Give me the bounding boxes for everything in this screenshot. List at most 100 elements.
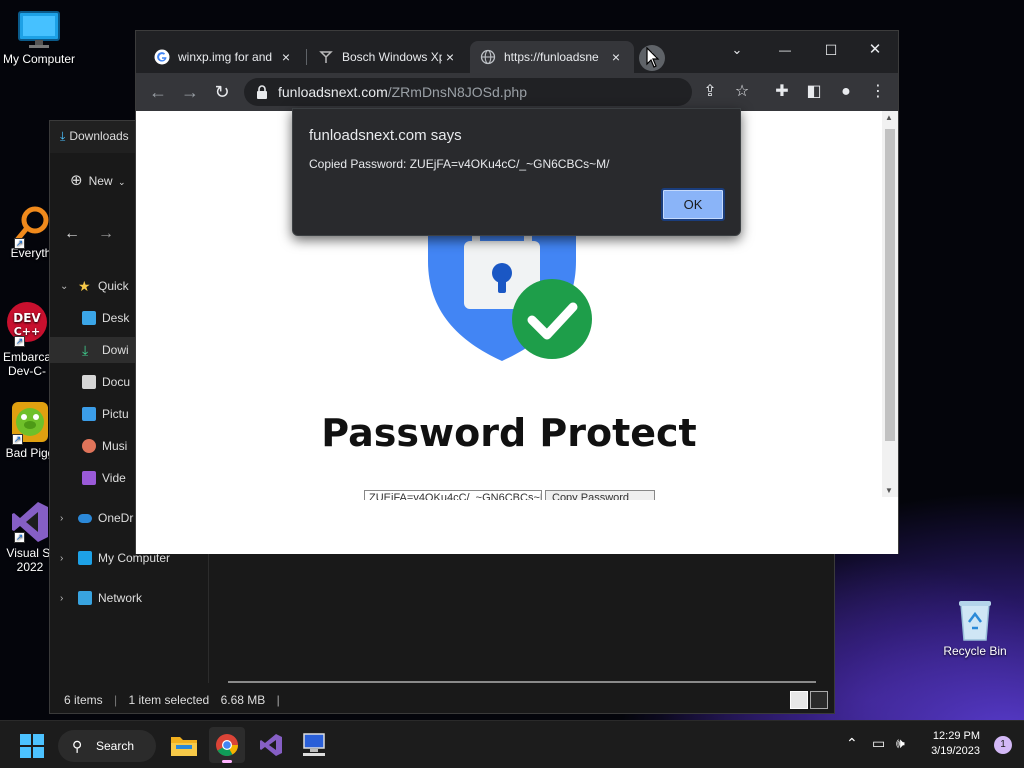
omnibar: ← → ↻ funloadsnext.com/ZRmDnsN8JOSd.php … [136, 73, 898, 111]
google-icon [154, 49, 170, 65]
volume-icon[interactable]: 🕪 [896, 735, 905, 752]
explorer-nav: ← → [64, 225, 114, 243]
desktop-folder-icon [82, 311, 96, 325]
new-button[interactable]: ⊕ New ⌄ [70, 171, 125, 189]
taskbar-file-explorer[interactable] [166, 727, 202, 763]
maximize-button[interactable]: ☐ [808, 35, 854, 65]
clock-date: 3/19/2023 [931, 745, 980, 757]
chevron-down-icon[interactable]: ⌄ [60, 281, 72, 292]
shortcut-arrow-icon: ↗ [14, 532, 25, 543]
alert-dialog: funloadsnext.com says Copied Password: Z… [292, 108, 741, 236]
chevron-right-icon[interactable]: › [60, 593, 72, 604]
taskbar: ⚲ Search ⌃ ▭ 🕪 12:29 PM 3/19/2023 1 [0, 720, 1024, 768]
status-selected: 1 item selected [128, 693, 210, 707]
desktop-icon-recycle-bin[interactable]: Recycle Bin [936, 598, 1014, 658]
music-icon [82, 439, 96, 453]
folder-icon [171, 737, 197, 756]
dialog-message: Copied Password: ZUEjFA=v4OKu4cC/_~GN6CB… [309, 157, 610, 171]
status-item-count: 6 items [64, 693, 103, 707]
ok-button[interactable]: OK [661, 188, 725, 221]
tab-separator [306, 49, 307, 65]
back-arrow-icon[interactable]: ← [64, 225, 80, 242]
close-window-button[interactable]: ✕ [852, 35, 898, 65]
visual-studio-icon [260, 734, 282, 756]
chevron-down-icon: ⌄ [117, 177, 126, 187]
search-icon: ⚲ [72, 738, 83, 754]
site-favicon-icon [319, 51, 333, 63]
password-field[interactable]: ZUEjFA=v4OKu4cC/_~GN6CBCs~M/ [364, 490, 542, 500]
bookmark-star-icon[interactable]: ☆ [732, 82, 752, 102]
dialog-title: funloadsnext.com says [309, 127, 462, 144]
cloud-icon [78, 513, 92, 523]
download-icon: ⤓ [82, 342, 89, 358]
taskbar-clock[interactable]: 12:29 PM 3/19/2023 [931, 729, 980, 759]
tab-bosch[interactable]: Bosch Windows Xp × [308, 41, 468, 73]
menu-kebab-icon[interactable]: ⋮ [868, 82, 888, 102]
mouse-cursor-icon [646, 47, 660, 68]
clock-time: 12:29 PM [932, 730, 980, 742]
pictures-icon [82, 407, 96, 421]
recycle-bin-icon [959, 601, 991, 641]
scroll-down-icon[interactable]: ▼ [885, 486, 893, 495]
chevron-right-icon[interactable]: › [60, 553, 72, 564]
notification-badge[interactable]: 1 [994, 736, 1012, 754]
sidebar-item-network[interactable]: › Network [50, 585, 208, 611]
network-icon [78, 591, 92, 605]
chrome-icon [216, 734, 238, 756]
monitor-icon [18, 11, 60, 48]
dev-cpp-icon: DEV C++ [7, 302, 47, 342]
close-icon[interactable]: × [442, 49, 458, 65]
taskbar-chrome[interactable] [209, 727, 245, 763]
forward-arrow-icon[interactable]: → [98, 225, 114, 242]
shortcut-arrow-icon: ↗ [14, 238, 25, 249]
address-bar[interactable]: funloadsnext.com/ZRmDnsN8JOSd.php [244, 78, 692, 106]
close-icon[interactable]: × [608, 49, 624, 65]
status-size: 6.68 MB [220, 693, 266, 707]
network-tray-icon[interactable]: ▭ [872, 735, 885, 752]
taskbar-search[interactable]: ⚲ Search [58, 730, 156, 762]
chevron-up-icon[interactable]: ⌃ [846, 735, 858, 752]
vertical-scrollbar[interactable]: ▲ ▼ [882, 111, 898, 497]
share-icon[interactable]: ⇪ [700, 82, 720, 102]
explorer-tab[interactable]: ⤓ Downloads [50, 121, 136, 153]
page-title: Password Protect [321, 411, 697, 455]
desktop-icon-my-computer[interactable]: My Computer [0, 10, 78, 66]
plus-icon: ⊕ [70, 172, 83, 189]
chevron-right-icon[interactable]: › [60, 513, 72, 524]
download-icon: ⤓ [60, 129, 66, 143]
status-divider: | [114, 693, 118, 707]
minimize-button[interactable]: — [762, 35, 808, 65]
taskbar-network-app[interactable] [296, 727, 332, 763]
copy-password-button[interactable]: Copy Password [545, 490, 655, 500]
shortcut-arrow-icon: ↗ [12, 434, 23, 445]
explorer-title: Downloads [69, 129, 129, 143]
details-view-button[interactable] [790, 691, 808, 709]
tab-winxp[interactable]: winxp.img for and × [144, 41, 304, 73]
side-panel-icon[interactable]: ◧ [804, 82, 824, 102]
scroll-up-icon[interactable]: ▲ [885, 113, 893, 122]
close-icon[interactable]: × [278, 49, 294, 65]
taskbar-visual-studio[interactable] [253, 727, 289, 763]
active-app-indicator [222, 760, 232, 763]
video-icon [82, 471, 96, 485]
monitor-icon [78, 551, 92, 565]
tab-funloadsnext[interactable]: https://funloadsne × [470, 41, 634, 73]
horizontal-scrollbar[interactable] [228, 681, 816, 683]
shortcut-arrow-icon: ↗ [14, 336, 25, 347]
windows-start-icon[interactable] [20, 734, 44, 758]
tiles-view-button[interactable] [810, 691, 828, 709]
star-icon: ★ [78, 278, 91, 294]
status-divider: | [276, 693, 280, 707]
globe-icon [480, 49, 496, 65]
lock-icon[interactable] [256, 85, 268, 99]
back-arrow-icon[interactable]: ← [146, 81, 170, 103]
tab-search-button[interactable]: ⌄ [714, 35, 760, 65]
extensions-puzzle-icon[interactable]: ✚ [772, 82, 792, 102]
tab-strip: winxp.img for and × Bosch Windows Xp × h… [136, 31, 898, 73]
forward-arrow-icon[interactable]: → [178, 81, 202, 103]
svg-text:DEV: DEV [13, 311, 41, 325]
profile-avatar-icon[interactable]: ● [836, 82, 856, 102]
reload-icon[interactable]: ↻ [210, 81, 234, 103]
url-host: funloadsnext.com [278, 84, 388, 100]
scrollbar-thumb[interactable] [885, 129, 895, 441]
